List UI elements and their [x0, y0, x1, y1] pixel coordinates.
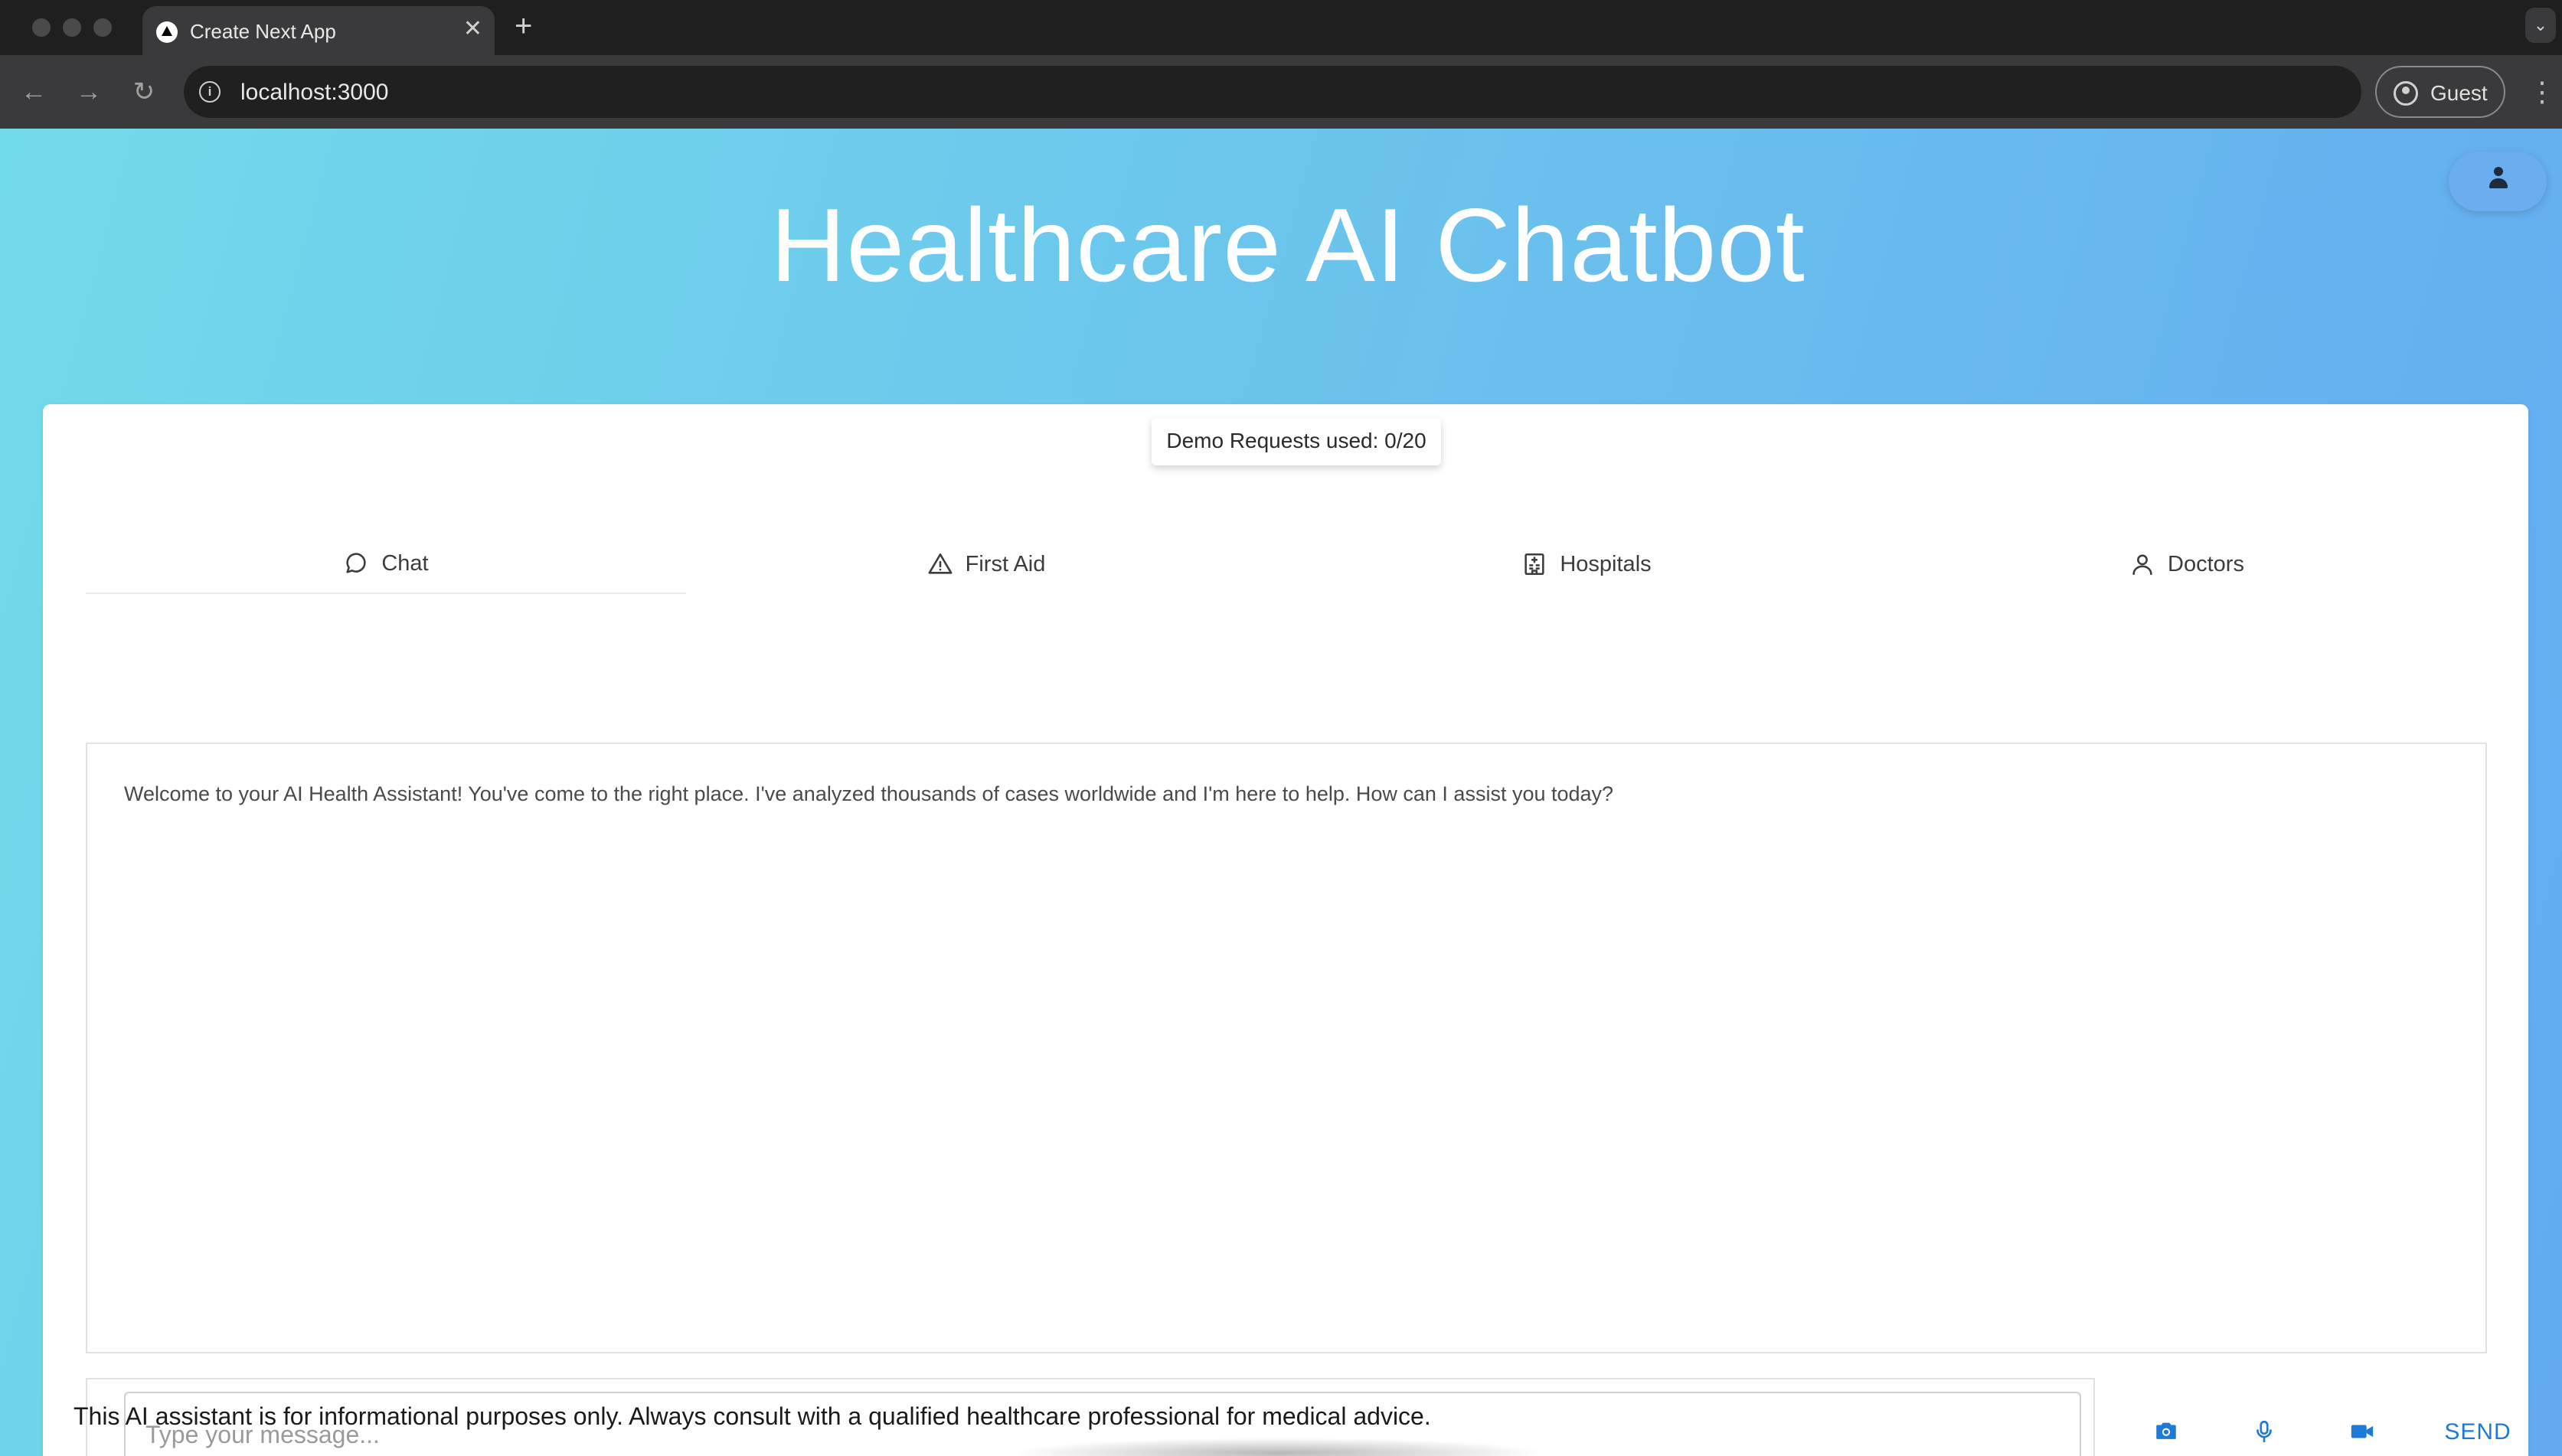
- video-camera-icon: [2351, 1425, 2374, 1438]
- window-minimize-dot[interactable]: [63, 18, 81, 37]
- demo-requests-badge: Demo Requests used: 0/20: [1152, 418, 1441, 465]
- microphone-icon: [2256, 1420, 2272, 1443]
- chat-bubble-icon: [346, 553, 366, 573]
- send-button[interactable]: SEND: [2432, 1413, 2524, 1451]
- profile-circle-icon: [2394, 81, 2418, 106]
- tab-first-aid-label: First Aid: [965, 551, 1046, 576]
- browser-tab-strip: Create Next App ✕ + ⌄: [0, 0, 2562, 55]
- guest-profile-button[interactable]: Guest: [2375, 66, 2505, 118]
- disclaimer-text: This AI assistant is for informational p…: [74, 1402, 1431, 1430]
- warning-triangle-icon: [928, 553, 953, 574]
- page-title: Healthcare AI Chatbot: [770, 187, 1805, 303]
- reload-icon[interactable]: ↻: [126, 73, 162, 110]
- browser-tab[interactable]: Create Next App ✕: [142, 6, 495, 55]
- back-arrow-icon[interactable]: ←: [15, 73, 52, 110]
- chat-messages-panel[interactable]: Welcome to your AI Health Assistant! You…: [86, 743, 2487, 1353]
- window-close-dot[interactable]: [32, 18, 51, 37]
- browser-menu-icon[interactable]: ⋮: [2528, 75, 2556, 109]
- window-zoom-dot[interactable]: [93, 18, 112, 37]
- camera-button[interactable]: [2143, 1409, 2189, 1454]
- nextjs-favicon-icon: [156, 21, 178, 43]
- main-card: Demo Requests used: 0/20 Chat First Aid …: [43, 404, 2528, 1456]
- hospital-building-icon: [1524, 553, 1544, 576]
- new-tab-button[interactable]: +: [515, 9, 532, 43]
- close-tab-icon[interactable]: ✕: [463, 17, 482, 41]
- person-icon: [2132, 554, 2152, 576]
- forward-arrow-icon[interactable]: →: [70, 73, 107, 110]
- url-text[interactable]: localhost:3000: [240, 80, 388, 106]
- site-info-icon[interactable]: i: [199, 81, 221, 103]
- tab-first-aid[interactable]: First Aid: [686, 534, 1286, 594]
- camera-icon: [2156, 1422, 2176, 1439]
- address-bar[interactable]: i localhost:3000: [184, 66, 2361, 118]
- tab-doctors[interactable]: Doctors: [1887, 534, 2487, 594]
- browser-toolbar: ← → ↻ i localhost:3000 Guest ⋮: [0, 55, 2562, 129]
- video-button[interactable]: [2339, 1409, 2385, 1454]
- browser-tab-title: Create Next App: [190, 20, 336, 43]
- guest-label: Guest: [2430, 81, 2488, 105]
- tab-search-chevron-icon[interactable]: ⌄: [2525, 8, 2556, 43]
- tab-hospitals-label: Hospitals: [1560, 551, 1652, 576]
- feature-tabs: Chat First Aid Hospitals Doctors: [86, 534, 2485, 594]
- app-page: Healthcare AI Chatbot Demo Requests used…: [0, 129, 2562, 1456]
- assistant-message: Welcome to your AI Health Assistant! You…: [124, 782, 1614, 805]
- tab-doctors-label: Doctors: [2168, 551, 2244, 576]
- microphone-button[interactable]: [2241, 1409, 2287, 1454]
- tab-chat-label: Chat: [381, 550, 429, 576]
- tab-chat[interactable]: Chat: [86, 534, 686, 594]
- tab-hospitals[interactable]: Hospitals: [1286, 534, 1887, 594]
